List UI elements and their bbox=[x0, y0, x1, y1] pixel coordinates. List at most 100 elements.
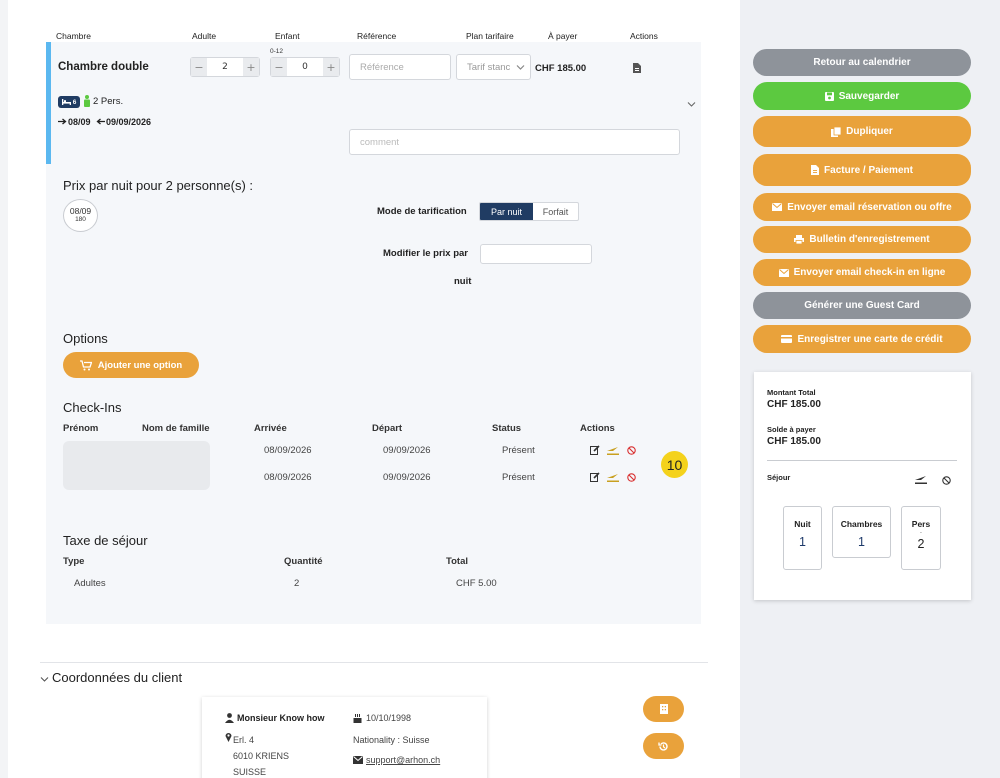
checkin-row-1-status: Présent bbox=[502, 445, 535, 456]
checkout-plane-icon[interactable] bbox=[607, 473, 619, 482]
generate-guest-card-label: Générer une Guest Card bbox=[804, 300, 920, 311]
tax-row-total: CHF 5.00 bbox=[456, 578, 497, 589]
cancel-icon[interactable] bbox=[627, 473, 636, 482]
checkin-row-2-departure: 09/09/2026 bbox=[383, 472, 431, 483]
add-option-button[interactable]: Ajouter une option bbox=[63, 352, 199, 378]
history-icon bbox=[658, 741, 668, 751]
duplicate-button[interactable]: Dupliquer bbox=[753, 116, 971, 147]
mode-per-night-option[interactable]: Par nuit bbox=[480, 203, 533, 220]
send-checkin-email-button[interactable]: Envoyer email check-in en ligne bbox=[753, 259, 971, 286]
persons-box-dot: . bbox=[920, 528, 922, 535]
tax-row-type: Adultes bbox=[74, 578, 106, 589]
divider bbox=[40, 662, 708, 663]
pricing-mode-toggle[interactable]: Par nuit Forfait bbox=[479, 202, 579, 221]
room-price: CHF 185.00 bbox=[535, 63, 587, 74]
add-option-label: Ajouter une option bbox=[97, 359, 183, 371]
balance-value: CHF 185.00 bbox=[767, 436, 821, 447]
checkin-row-2-status: Présent bbox=[502, 472, 535, 483]
client-city: 6010 KRIENS bbox=[233, 751, 290, 761]
child-increment-button[interactable]: + bbox=[323, 58, 339, 76]
modify-price-input[interactable] bbox=[480, 244, 592, 264]
cart-plus-icon bbox=[79, 359, 92, 370]
total-amount-label: Montant Total bbox=[767, 388, 816, 397]
checkins-header-status: Status bbox=[492, 423, 522, 434]
reference-input[interactable]: Référence bbox=[349, 54, 451, 80]
night-price-circle[interactable]: 08/09 180 bbox=[63, 199, 98, 232]
envelope-icon bbox=[778, 268, 789, 277]
mode-flat-option[interactable]: Forfait bbox=[533, 203, 578, 220]
bed-icon bbox=[61, 99, 71, 105]
adult-stepper[interactable]: − 2 + bbox=[190, 57, 260, 77]
modify-price-label: Modifier le prix par bbox=[383, 248, 468, 259]
checkin-row-2-arrival: 08/09/2026 bbox=[264, 472, 312, 483]
save-credit-card-button[interactable]: Enregistrer une carte de crédit bbox=[753, 325, 971, 353]
duplicate-label: Dupliquer bbox=[846, 126, 893, 137]
collapse-chevron-icon[interactable] bbox=[40, 676, 49, 683]
arrival-date: 08/09 bbox=[68, 117, 91, 127]
adult-increment-button[interactable]: + bbox=[243, 58, 259, 76]
document-icon[interactable] bbox=[633, 63, 641, 73]
client-name: Monsieur Know how bbox=[237, 713, 325, 723]
tax-header-type: Type bbox=[63, 556, 85, 567]
save-button[interactable]: Sauvegarder bbox=[753, 82, 971, 110]
save-credit-card-label: Enregistrer une carte de crédit bbox=[797, 333, 943, 345]
adult-decrement-button[interactable]: − bbox=[191, 58, 207, 76]
header-reference: Référence bbox=[357, 31, 397, 41]
child-count[interactable]: 0 bbox=[287, 58, 323, 76]
expand-chevron-icon[interactable] bbox=[687, 101, 696, 108]
tax-header-total: Total bbox=[446, 556, 468, 567]
edit-icon[interactable] bbox=[590, 472, 600, 482]
comment-input[interactable]: comment bbox=[349, 129, 680, 155]
bed-count: 6 bbox=[72, 98, 77, 106]
rooms-box: Chambres 1 bbox=[832, 506, 891, 558]
child-stepper[interactable]: − 0 + bbox=[270, 57, 340, 77]
edit-icon[interactable] bbox=[590, 445, 600, 455]
header-actions: Actions bbox=[630, 31, 658, 41]
rooms-value: 1 bbox=[858, 535, 865, 549]
header-room: Chambre bbox=[56, 31, 91, 41]
client-birthdate: 10/10/1998 bbox=[366, 713, 412, 723]
copy-icon bbox=[831, 126, 842, 137]
checkout-plane-icon[interactable] bbox=[607, 446, 619, 455]
header-to-pay: À payer bbox=[548, 31, 578, 41]
checkins-header-actions: Actions bbox=[580, 423, 615, 434]
tax-row-qty: 2 bbox=[294, 578, 300, 589]
guest-names-redacted bbox=[63, 441, 210, 490]
checkins-header-firstname: Prénom bbox=[63, 423, 99, 434]
client-history-button[interactable] bbox=[643, 733, 684, 759]
total-amount-value: CHF 185.00 bbox=[767, 399, 821, 410]
generate-guest-card-button[interactable]: Générer une Guest Card bbox=[753, 292, 971, 319]
back-to-calendar-button[interactable]: Retour au calendrier bbox=[753, 49, 971, 76]
birthday-cake-icon bbox=[353, 714, 362, 723]
rate-plan-value: Tarif stanc bbox=[467, 61, 511, 73]
tax-title: Taxe de séjour bbox=[63, 533, 148, 548]
send-reservation-email-button[interactable]: Envoyer email réservation ou offre bbox=[753, 193, 971, 221]
user-icon bbox=[225, 713, 234, 723]
client-email-link[interactable]: support@arhon.ch bbox=[366, 755, 440, 765]
persons-box: Pers . 2 bbox=[901, 506, 941, 570]
room-name: Chambre double bbox=[58, 61, 149, 73]
credit-card-icon bbox=[781, 335, 793, 343]
registration-form-label: Bulletin d'enregistrement bbox=[809, 234, 930, 245]
cancel-icon[interactable] bbox=[627, 446, 636, 455]
checkins-header-lastname: Nom de famille bbox=[142, 423, 210, 434]
client-document-button[interactable] bbox=[643, 696, 684, 722]
header-rate-plan: Plan tarifaire bbox=[466, 31, 514, 41]
cancel-icon[interactable] bbox=[942, 476, 951, 485]
client-section-title[interactable]: Coordonnées du client bbox=[52, 670, 182, 685]
map-pin-icon bbox=[225, 733, 232, 742]
invoice-payment-button[interactable]: Facture / Paiement bbox=[753, 154, 971, 186]
pricing-mode-label: Mode de tarification bbox=[377, 206, 467, 217]
nights-value: 1 bbox=[799, 535, 806, 549]
file-invoice-icon bbox=[811, 165, 820, 175]
rate-plan-select[interactable]: Tarif stanc bbox=[456, 54, 531, 80]
child-decrement-button[interactable]: − bbox=[271, 58, 287, 76]
nights-box: Nuit 1 bbox=[783, 506, 822, 570]
adult-count[interactable]: 2 bbox=[207, 58, 243, 76]
registration-form-button[interactable]: Bulletin d'enregistrement bbox=[753, 226, 971, 253]
back-to-calendar-label: Retour au calendrier bbox=[813, 57, 911, 68]
client-nationality: Nationality : Suisse bbox=[353, 735, 430, 745]
options-title: Options bbox=[63, 331, 108, 346]
checkins-header-departure: Départ bbox=[372, 423, 403, 434]
checkout-plane-icon[interactable] bbox=[915, 475, 927, 484]
